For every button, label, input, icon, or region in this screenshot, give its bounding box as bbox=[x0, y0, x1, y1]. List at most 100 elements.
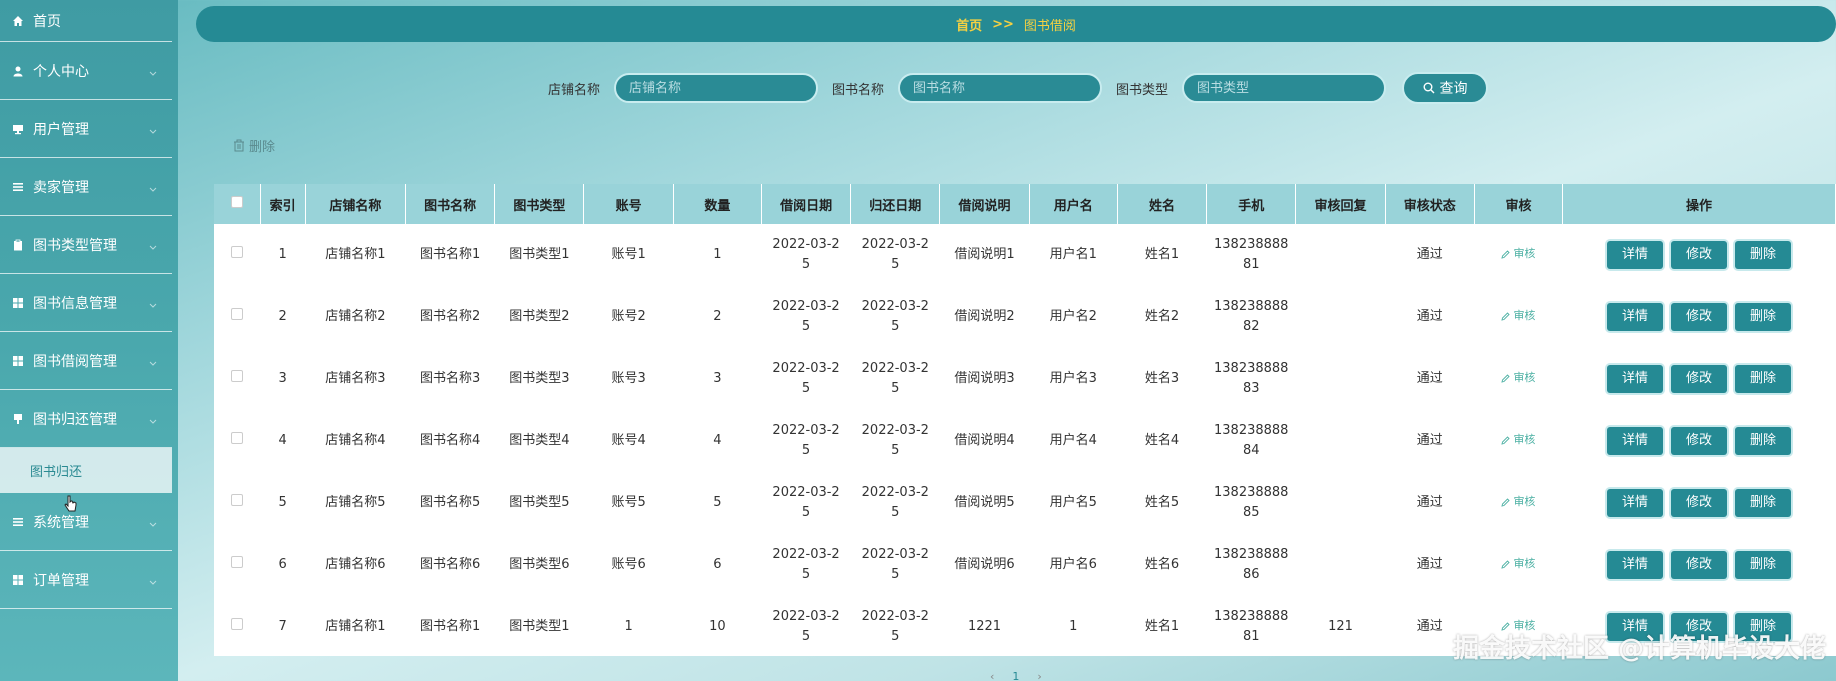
sidebar-item-orders[interactable]: 订单管理 bbox=[0, 551, 172, 609]
page-number[interactable]: 1 bbox=[1012, 670, 1019, 681]
table-row[interactable]: 2 店铺名称2 图书名称2 图书类型2 账号2 2 2022-03-2 5 2022-03-2… bbox=[214, 286, 1836, 348]
batch-delete-label: 删除 bbox=[249, 140, 276, 155]
table-cell: 借阅说明2 bbox=[954, 309, 1015, 324]
table-cell: 1 bbox=[624, 619, 633, 634]
column-header: 借阅说明 bbox=[939, 184, 1030, 224]
sidebar-item-label: 图书归还管理 bbox=[33, 411, 117, 428]
sidebar-menu: 个人中心 用户管理 卖家管理图书类型管理图书信息管理 图书借阅管理图书归还管理图书归还… bbox=[0, 42, 178, 609]
table-cell: 图书类型2 bbox=[509, 309, 570, 324]
table-cell: 138238888 84 bbox=[1214, 423, 1289, 458]
delete-button[interactable]: 删除 bbox=[1735, 241, 1792, 269]
book-type-input[interactable] bbox=[1182, 73, 1387, 103]
table-cell: 6 bbox=[713, 557, 722, 572]
audit-link[interactable]: 审核 bbox=[1501, 368, 1535, 388]
batch-delete-button[interactable]: 删除 bbox=[233, 136, 275, 155]
audit-link[interactable]: 审核 bbox=[1501, 430, 1535, 450]
table-row[interactable]: 5 店铺名称5 图书名称5 图书类型5 账号5 5 2022-03-2 5 2022-03-2… bbox=[214, 472, 1836, 534]
table-cell: 账号1 bbox=[611, 247, 646, 262]
book-type-label: 图书类型 bbox=[1116, 82, 1169, 98]
grid-icon bbox=[12, 574, 24, 586]
row-checkbox-cell bbox=[214, 410, 260, 472]
detail-button[interactable]: 详情 bbox=[1607, 489, 1664, 517]
table-cell: 图书类型5 bbox=[509, 495, 570, 510]
flag-icon bbox=[12, 413, 24, 425]
detail-button[interactable]: 详情 bbox=[1607, 427, 1664, 455]
chevron-down-icon bbox=[148, 575, 158, 585]
audit-link[interactable]: 审核 bbox=[1501, 306, 1535, 326]
row-checkbox[interactable] bbox=[231, 432, 244, 444]
row-checkbox-cell bbox=[214, 534, 260, 596]
chevron-down-icon bbox=[148, 414, 158, 424]
table-row[interactable]: 3 店铺名称3 图书名称3 图书类型3 账号3 3 2022-03-2 5 2022-03-2… bbox=[214, 348, 1836, 410]
table-cell: 通过 bbox=[1416, 247, 1443, 262]
sidebar-item-users[interactable]: 用户管理 bbox=[0, 100, 172, 158]
prev-page-button[interactable]: ‹ bbox=[990, 670, 994, 681]
row-checkbox[interactable] bbox=[231, 556, 244, 568]
sidebar-item-label: 图书类型管理 bbox=[33, 237, 117, 254]
row-checkbox[interactable] bbox=[231, 246, 244, 258]
table-cell: 店铺名称4 bbox=[325, 433, 386, 448]
sidebar-subitem-book-return[interactable]: 图书归还 bbox=[0, 448, 172, 493]
column-header: 姓名 bbox=[1117, 184, 1208, 224]
query-button[interactable]: 查询 bbox=[1402, 72, 1489, 104]
next-page-button[interactable]: › bbox=[1037, 670, 1041, 681]
row-checkbox[interactable] bbox=[231, 308, 244, 320]
detail-button[interactable]: 详情 bbox=[1607, 303, 1664, 331]
table-cell: 账号6 bbox=[611, 557, 646, 572]
audit-link[interactable]: 审核 bbox=[1501, 554, 1535, 574]
edit-button[interactable]: 修改 bbox=[1671, 427, 1728, 455]
table-row[interactable]: 1 店铺名称1 图书名称1 图书类型1 账号1 1 2022-03-2 5 2022-03-2… bbox=[214, 224, 1836, 286]
delete-button[interactable]: 删除 bbox=[1735, 551, 1792, 579]
delete-button[interactable]: 删除 bbox=[1735, 365, 1792, 393]
table-cell: 图书名称2 bbox=[419, 309, 481, 324]
table-cell: 2022-03-2 5 bbox=[772, 485, 840, 520]
table-cell: 2022-03-2 5 bbox=[861, 547, 929, 582]
delete-button[interactable]: 删除 bbox=[1735, 427, 1792, 455]
chevron-down-icon bbox=[148, 356, 158, 366]
edit-button[interactable]: 修改 bbox=[1671, 365, 1728, 393]
row-checkbox[interactable] bbox=[231, 494, 244, 506]
delete-button[interactable]: 删除 bbox=[1735, 303, 1792, 331]
select-all-checkbox[interactable] bbox=[230, 196, 243, 208]
breadcrumb-home[interactable]: 首页 bbox=[956, 15, 982, 34]
edit-pen-icon bbox=[1501, 250, 1511, 259]
sidebar-item-home[interactable]: 首页 bbox=[0, 0, 172, 42]
detail-button[interactable]: 详情 bbox=[1607, 365, 1664, 393]
table-cell: 2022-03-2 5 bbox=[772, 237, 840, 272]
audit-link[interactable]: 审核 bbox=[1501, 244, 1535, 264]
edit-button[interactable]: 修改 bbox=[1671, 551, 1728, 579]
detail-button[interactable]: 详情 bbox=[1607, 551, 1664, 579]
sidebar-item-book-info[interactable]: 图书信息管理 bbox=[0, 274, 172, 332]
column-header: 账号 bbox=[583, 184, 674, 224]
table-cell: 店铺名称3 bbox=[325, 371, 386, 386]
table-cell: 1221 bbox=[967, 619, 1002, 634]
edit-button[interactable]: 修改 bbox=[1671, 303, 1728, 331]
sidebar-item-book-return[interactable]: 图书归还管理 bbox=[0, 390, 172, 448]
list-icon bbox=[12, 181, 24, 193]
search-bar: 店铺名称 图书名称 图书类型 查询 bbox=[548, 72, 1489, 104]
table-cell: 2022-03-2 5 bbox=[861, 361, 929, 396]
shop-name-input[interactable] bbox=[614, 73, 819, 103]
sidebar-item-label: 首页 bbox=[33, 13, 61, 30]
sidebar-item-book-types[interactable]: 图书类型管理 bbox=[0, 216, 172, 274]
row-checkbox[interactable] bbox=[231, 370, 244, 382]
sidebar-item-profile[interactable]: 个人中心 bbox=[0, 42, 172, 100]
row-checkbox[interactable] bbox=[231, 618, 244, 630]
table-row[interactable]: 6 店铺名称6 图书名称6 图书类型6 账号6 6 2022-03-2 5 2022-03-2… bbox=[214, 534, 1836, 596]
column-header: 手机 bbox=[1206, 184, 1297, 224]
table-row[interactable]: 4 店铺名称4 图书名称4 图书类型4 账号4 4 2022-03-2 5 2022-03-2… bbox=[214, 410, 1836, 472]
sidebar-item-system[interactable]: 系统管理 bbox=[0, 493, 172, 551]
monitor-icon bbox=[12, 123, 24, 135]
sidebar-item-sellers[interactable]: 卖家管理 bbox=[0, 158, 172, 216]
book-name-input[interactable] bbox=[898, 73, 1103, 103]
audit-link[interactable]: 审核 bbox=[1501, 492, 1535, 512]
edit-button[interactable]: 修改 bbox=[1671, 241, 1728, 269]
trash-icon bbox=[233, 139, 245, 152]
delete-button[interactable]: 删除 bbox=[1735, 489, 1792, 517]
detail-button[interactable]: 详情 bbox=[1607, 241, 1664, 269]
edit-button[interactable]: 修改 bbox=[1671, 489, 1728, 517]
table-cell: 138238888 82 bbox=[1214, 299, 1289, 334]
sidebar-item-book-borrow[interactable]: 图书借阅管理 bbox=[0, 332, 172, 390]
mouse-cursor-icon bbox=[63, 495, 79, 519]
table-cell: 图书类型4 bbox=[509, 433, 570, 448]
